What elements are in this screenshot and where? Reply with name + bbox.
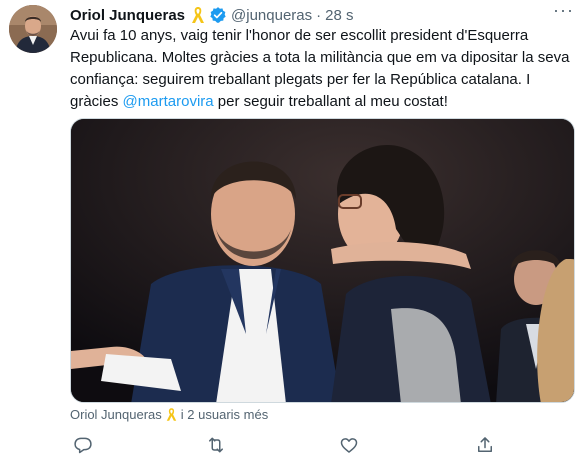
author-handle[interactable]: @junqueras	[231, 7, 312, 24]
like-button[interactable]	[336, 432, 362, 458]
retweet-icon	[209, 437, 223, 453]
action-bar	[70, 432, 500, 458]
retweet-button[interactable]	[203, 432, 229, 458]
tagged-user-name[interactable]: Oriol Junqueras	[70, 407, 162, 422]
reply-button[interactable]	[70, 432, 96, 458]
reply-icon	[74, 437, 92, 454]
timestamp[interactable]: 28 s	[325, 7, 353, 24]
heart-icon	[340, 438, 358, 453]
more-options-icon[interactable]: ···	[553, 0, 574, 21]
verified-badge-icon	[209, 6, 227, 24]
author-name[interactable]: Oriol Junqueras	[70, 7, 185, 24]
tweet-header: Oriol Junqueras @junqueras · 28 s	[70, 4, 574, 26]
tweet-text: Avui fa 10 anys, vaig tenir l'honor de s…	[70, 25, 575, 113]
avatar[interactable]	[9, 5, 57, 53]
share-icon	[478, 437, 492, 452]
tweet-text-part-2: per seguir treballant al meu costat!	[213, 93, 448, 110]
tagged-users[interactable]: Oriol Junqueras i 2 usuaris més	[70, 404, 268, 424]
mention-link[interactable]: @martarovira	[123, 93, 214, 110]
yellow-ribbon-icon	[191, 6, 205, 24]
share-button[interactable]	[472, 432, 498, 458]
tagged-others[interactable]: i 2 usuaris més	[181, 407, 268, 422]
separator-dot: ·	[316, 6, 322, 24]
yellow-ribbon-icon	[166, 407, 177, 422]
tweet-photo[interactable]	[70, 118, 575, 403]
